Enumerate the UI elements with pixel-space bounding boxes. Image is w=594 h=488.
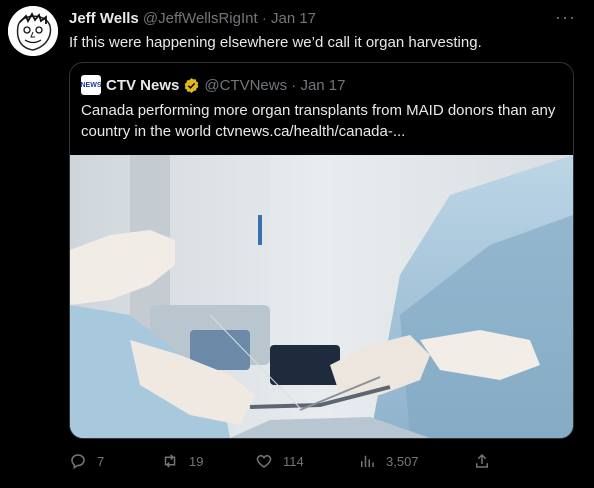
quoted-tweet[interactable]: NEWS CTV News @CTVNews · Jan 17 Canada p… [69, 62, 574, 439]
surgery-photo[interactable] [70, 155, 573, 438]
like-icon [256, 454, 272, 468]
quoted-author-name[interactable]: CTV News [106, 77, 179, 94]
avatar[interactable] [8, 6, 58, 56]
quoted-date-separator: · [291, 76, 297, 94]
action-bar: 7 19 114 3,507 [69, 452, 509, 474]
more-icon[interactable]: ··· [555, 7, 576, 28]
author-name[interactable]: Jeff Wells [69, 10, 139, 27]
date-separator: · [261, 10, 267, 27]
share-icon [476, 453, 488, 468]
ctv-logo: NEWS [81, 75, 102, 95]
views-count: 3,507 [386, 453, 419, 469]
tweet-text: If this were happening elsewhere we’d ca… [69, 34, 482, 51]
reply-count: 7 [97, 453, 105, 469]
share-button[interactable] [473, 452, 501, 470]
reply-icon [71, 454, 85, 470]
retweet-count: 19 [189, 453, 204, 469]
like-count: 114 [283, 453, 304, 469]
views-button[interactable]: 3,507 [358, 452, 419, 470]
like-button[interactable]: 114 [255, 452, 304, 470]
verified-badge-icon [184, 77, 199, 93]
retweet-icon [164, 454, 176, 468]
quoted-header: NEWS CTV News @CTVNews · Jan 17 [81, 75, 345, 95]
quoted-date[interactable]: Jan 17 [300, 77, 345, 94]
quoted-handle[interactable]: @CTVNews [204, 77, 287, 94]
quoted-text: Canada performing more organ transplants… [81, 102, 556, 140]
tweet-header: Jeff Wells @JeffWellsRigInt · Jan 17 [69, 10, 574, 30]
surgery-photo-image [70, 155, 573, 438]
views-icon [361, 455, 374, 467]
avatar-sketch-icon [8, 6, 58, 56]
retweet-button[interactable]: 19 [161, 452, 203, 470]
reply-button[interactable]: 7 [69, 452, 104, 470]
tweet-date[interactable]: Jan 17 [271, 10, 316, 27]
tweet[interactable]: Jeff Wells @JeffWellsRigInt · Jan 17 ···… [0, 0, 594, 488]
author-handle[interactable]: @JeffWellsRigInt [143, 10, 258, 27]
